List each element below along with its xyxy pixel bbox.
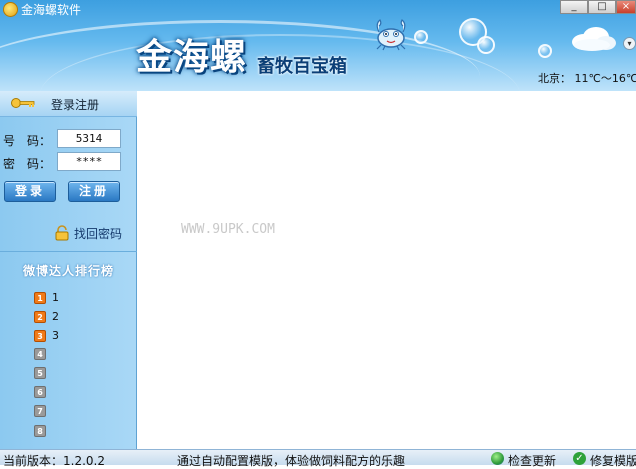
- rank-badge-1: 1: [34, 292, 46, 304]
- cloud-weather-icon: [572, 27, 616, 51]
- watermark-text: WWW.9UPK.COM: [181, 222, 275, 237]
- lock-icon: [55, 225, 69, 241]
- rank-item-2[interactable]: 2: [52, 310, 59, 323]
- register-button[interactable]: 注册: [68, 181, 120, 202]
- forgot-password-link[interactable]: 找回密码: [74, 225, 122, 242]
- ranking-title: 微博达人排行榜: [22, 264, 114, 278]
- brand-subtitle: 畜牧百宝箱: [257, 56, 347, 77]
- login-title: 登录注册: [51, 98, 100, 112]
- rank-badge-6: 6: [34, 386, 46, 398]
- sidebar: 登录注册 号 码： 5314 密 码： **** 登录 注册 找回密码 微博达人…: [0, 91, 137, 449]
- login-button[interactable]: 登录: [4, 181, 56, 202]
- chevron-down-icon[interactable]: ▾: [623, 37, 636, 50]
- status-bar: 当前版本：1.2.0.2 通过自动配置模版，体验做饲料配方的乐趣 检查更新 ✓ …: [0, 449, 636, 468]
- password-input[interactable]: ****: [57, 152, 121, 171]
- weather-text: 北京： 11℃～16℃: [538, 72, 636, 85]
- content-area[interactable]: WWW.9UPK.COM: [137, 91, 636, 449]
- rank-badge-5: 5: [34, 367, 46, 379]
- rank-badge-7: 7: [34, 405, 46, 417]
- crab-mascot-icon: [376, 19, 406, 51]
- account-label: 号 码：: [3, 134, 52, 148]
- version-text: 当前版本：1.2.0.2: [3, 454, 105, 468]
- window-title: 金海螺软件: [21, 3, 82, 17]
- close-button[interactable]: ×: [616, 0, 636, 14]
- bubble-decoration: [538, 44, 552, 58]
- rank-badge-3: 3: [34, 330, 46, 342]
- bubble-decoration: [414, 30, 428, 44]
- status-message: 通过自动配置模版，体验做饲料配方的乐趣: [177, 454, 406, 468]
- restore-button[interactable]: □: [588, 0, 616, 14]
- rank-item-1[interactable]: 1: [52, 291, 59, 304]
- login-header: 登录注册: [0, 91, 137, 117]
- app-header: 金海螺软件 _ □ × 金海螺 畜牧百宝箱 ▾ 北京： 11℃～16℃: [0, 0, 636, 91]
- password-label: 密 码：: [3, 157, 52, 171]
- checkmark-icon: ✓: [573, 452, 586, 465]
- app-icon: [3, 2, 18, 17]
- divider: [0, 251, 137, 252]
- account-input[interactable]: 5314: [57, 129, 121, 148]
- minimize-button[interactable]: _: [560, 0, 588, 14]
- key-icon: [11, 98, 35, 108]
- rank-badge-2: 2: [34, 311, 46, 323]
- rank-badge-8: 8: [34, 425, 46, 437]
- repair-template-link[interactable]: 修复模版: [590, 452, 636, 469]
- globe-icon: [491, 452, 504, 465]
- rank-badge-4: 4: [34, 348, 46, 360]
- bubble-decoration: [477, 36, 495, 54]
- rank-item-3[interactable]: 3: [52, 329, 59, 342]
- check-update-link[interactable]: 检查更新: [508, 452, 556, 469]
- brand-logo-text: 金海螺: [136, 36, 248, 78]
